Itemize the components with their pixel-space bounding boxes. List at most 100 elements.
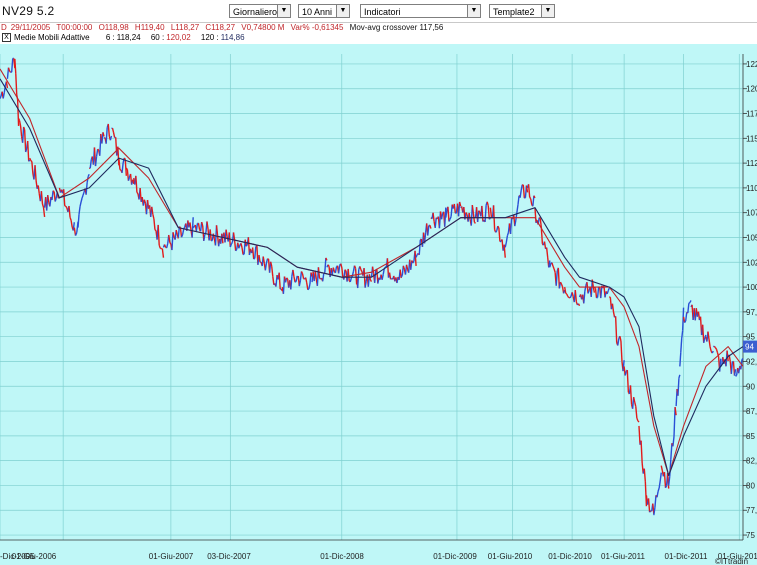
ma-value-1: 118,24 <box>116 33 141 42</box>
price-segment <box>649 510 652 513</box>
price-segment <box>169 242 172 245</box>
x-tick-label: 01-Dic-2011 <box>665 552 709 561</box>
price-segment <box>286 277 289 280</box>
period-select-value: Giornaliero <box>233 7 278 17</box>
price-segment <box>9 70 12 73</box>
price-segment <box>684 320 687 324</box>
price-segment <box>607 287 610 292</box>
price-segment <box>136 191 139 195</box>
price-segment <box>192 226 195 229</box>
price-segment <box>566 293 569 297</box>
price-segment <box>22 126 26 131</box>
info-open: O118,98 <box>98 23 129 32</box>
range-select[interactable]: 10 Anni ▼ <box>298 4 350 18</box>
price-segment <box>245 244 248 247</box>
price-segment <box>81 194 84 199</box>
toolbar: NV29 5.2 Giornaliero ▼ 10 Anni ▼ Indicat… <box>0 0 757 23</box>
price-segment <box>529 196 532 200</box>
price-segment <box>325 257 328 261</box>
y-tick-label: 122 <box>746 60 757 69</box>
indicator-checkbox[interactable]: X <box>2 33 11 43</box>
x-tick-label: 01-Dic-2010 <box>548 552 592 561</box>
price-segment <box>688 301 691 304</box>
x-tick-label: 01-Dic-2009 <box>433 552 477 561</box>
price-segment <box>538 217 541 219</box>
price-segment <box>125 167 128 171</box>
x-tick-label: 01-Giu-2006 <box>12 552 57 561</box>
price-segment <box>679 352 682 367</box>
y-tick-label: 95 <box>746 333 755 342</box>
price-segment <box>488 217 491 220</box>
x-tick-label: 03-Dic-2007 <box>207 552 251 561</box>
ma-value-2: 120,02 <box>166 33 191 42</box>
brand-label: ©ITtradin <box>715 557 748 565</box>
info-var: Var% -0,61345 <box>290 23 344 32</box>
price-segment <box>735 374 738 377</box>
price-segment <box>16 99 20 126</box>
period-select[interactable]: Giornaliero ▼ <box>229 4 291 18</box>
price-segment <box>65 205 68 209</box>
indicators-select[interactable]: Indicatori ▼ <box>360 4 481 18</box>
price-segment <box>87 173 90 177</box>
price-segment <box>678 374 681 379</box>
price-segment <box>369 279 373 282</box>
y-tick-label: 105 <box>746 233 757 242</box>
x-tick-label: 01-Giu-2007 <box>149 552 194 561</box>
y-tick-label: 97,5 <box>746 308 757 317</box>
price-segment <box>559 281 563 285</box>
chevron-down-icon: ▼ <box>541 5 554 17</box>
price-segment <box>80 197 83 203</box>
price-segment <box>0 95 2 99</box>
price-segment <box>415 254 418 258</box>
price-segment <box>29 157 32 161</box>
chevron-down-icon: ▼ <box>336 5 349 17</box>
price-segment <box>18 120 22 127</box>
x-tick-label: 01-Dic-2008 <box>320 552 364 561</box>
y-tick-label: 117 <box>746 110 757 119</box>
price-segment <box>235 249 238 252</box>
price-segment <box>713 345 716 349</box>
price-segment <box>741 357 744 361</box>
price-segment <box>577 303 581 307</box>
price-segment <box>307 288 310 291</box>
price-segment <box>567 296 570 299</box>
indicator-name: Medie Mobili Adattive <box>14 33 90 42</box>
price-segment <box>677 378 680 396</box>
price-segment <box>163 244 167 248</box>
price-segment <box>230 242 233 245</box>
price-segment <box>596 296 598 299</box>
y-tick-label: 107 <box>746 209 757 218</box>
price-segment <box>465 212 468 215</box>
price-segment <box>294 280 297 283</box>
info-date: 29/11/2005 <box>10 23 51 32</box>
info-time: T00:00:00 <box>56 23 93 32</box>
chevron-down-icon: ▼ <box>467 5 480 17</box>
y-tick-label: 115 <box>746 134 757 143</box>
ma-period-1: 6 : <box>105 33 115 42</box>
info-date-prefix: D <box>1 23 7 32</box>
x-tick-label: 01-Giu-2010 <box>488 552 533 561</box>
price-segment <box>17 118 21 122</box>
info-crossover-label: Mov-avg crossover 117,56 <box>349 23 444 32</box>
price-segment <box>495 230 498 233</box>
price-segment <box>569 295 572 299</box>
y-tick-label: 77,5 <box>746 506 757 515</box>
price-segment <box>28 159 31 162</box>
price-segment <box>82 191 85 196</box>
chevron-down-icon: ▼ <box>277 5 290 17</box>
price-segment <box>412 260 415 264</box>
price-segment <box>681 330 684 339</box>
price-segment <box>449 216 452 220</box>
price-segment <box>15 73 18 95</box>
y-tick-label: 102 <box>746 258 757 267</box>
chart-svg: 122 120 117 115 112 110 107 105 102 100 97,5 95 92,5… <box>0 44 757 565</box>
y-tick-label: 75 <box>746 531 755 540</box>
price-segment <box>714 347 718 350</box>
y-tick-label: 110 <box>746 184 757 193</box>
price-segment <box>327 264 330 267</box>
template-select[interactable]: Template2 ▼ <box>489 4 555 18</box>
price-segment <box>689 300 692 303</box>
price-chart[interactable]: 122 120 117 115 112 110 107 105 102 100 97,5 95 92,5… <box>0 44 757 565</box>
ohlc-info: D 29/11/2005 T00:00:00 O118,98 H119,40 L1… <box>0 23 757 33</box>
y-tick-label: 112 <box>746 159 757 168</box>
